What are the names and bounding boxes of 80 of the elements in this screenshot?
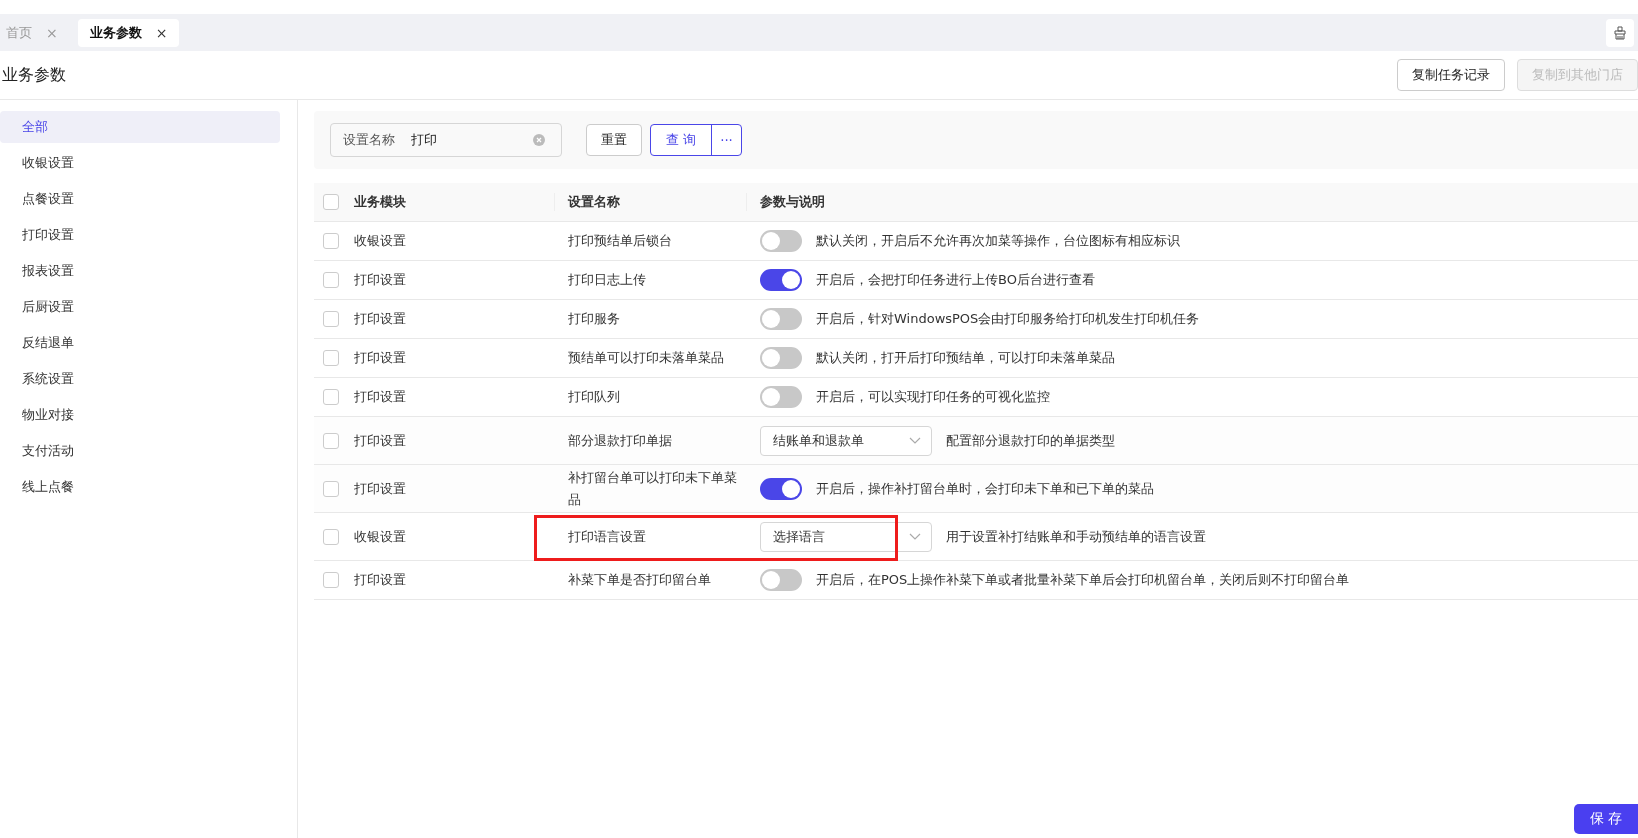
module-cell-text: 打印设置	[354, 271, 407, 289]
checkbox[interactable]	[323, 350, 339, 366]
sidebar-item[interactable]: 打印设置	[0, 219, 280, 251]
toggle-switch[interactable]	[760, 569, 802, 591]
field-label: 设置名称	[343, 131, 395, 149]
sidebar-item[interactable]: 报表设置	[0, 255, 280, 287]
description-text: 开启后，会把打印任务进行上传BO后台进行查看	[816, 271, 1095, 289]
description-text: 用于设置补打结账单和手动预结单的语言设置	[946, 527, 1206, 546]
description-text: 开启后，在POS上操作补菜下单或者批量补菜下单后会打印机留台单，关闭后则不打印留台单	[816, 571, 1350, 589]
toggle-switch[interactable]	[760, 477, 802, 500]
close-icon[interactable]: ×	[155, 24, 168, 41]
checkbox[interactable]	[323, 480, 339, 497]
module-cell-text: 打印设置	[354, 310, 407, 328]
sidebar-item[interactable]: 后厨设置	[0, 291, 280, 323]
dropdown[interactable]: 选择语言	[760, 521, 932, 552]
description-text: 默认关闭，打开后打印预结单，可以打印未落单菜品	[816, 349, 1115, 367]
sidebar-item[interactable]: 全部	[0, 111, 280, 143]
sidebar-item[interactable]: 点餐设置	[0, 183, 280, 215]
sidebar-item[interactable]: 系统设置	[0, 363, 280, 395]
setting-name-cell-text: 部分退款打印单据	[567, 431, 673, 450]
toggle-switch[interactable]	[760, 269, 802, 291]
checkbox[interactable]	[323, 389, 339, 405]
reset-button[interactable]: 重置	[586, 124, 642, 156]
setting-name-cell-text: 打印队列	[567, 388, 621, 406]
copy-records-button[interactable]: 复制任务记录	[1397, 59, 1505, 91]
setting-name-cell-text: 预结单可以打印未落单菜品	[567, 349, 725, 367]
module-cell-text: 收银设置	[354, 232, 407, 250]
field-value: 打印	[411, 131, 438, 149]
setting-name-cell-text: 补打留台单可以打印未下单菜品	[567, 468, 738, 509]
setting-name-cell-text: 打印预结单后锁台	[567, 232, 673, 250]
setting-name-cell-text: 补菜下单是否打印留台单	[567, 571, 712, 589]
query-button[interactable]: 查 询	[651, 125, 713, 155]
column-header: 设置名称	[554, 193, 746, 211]
chevron-down-icon	[909, 436, 921, 445]
setting-name-cell-text: 打印服务	[567, 310, 621, 328]
module-cell-text: 打印设置	[354, 571, 407, 589]
tab-label: 业务参数	[89, 23, 142, 42]
checkbox[interactable]	[323, 233, 339, 249]
broom-icon	[1613, 25, 1627, 40]
setting-name-cell-text: 打印日志上传	[567, 271, 647, 289]
module-cell-text: 打印设置	[354, 388, 407, 406]
toggle-switch[interactable]	[760, 386, 802, 408]
sidebar-item[interactable]: 收银设置	[0, 147, 280, 179]
dropdown-value: 结账单和退款单	[773, 431, 864, 450]
description-text: 开启后，操作补打留台单时，会打印未下单和已下单的菜品	[816, 479, 1154, 498]
module-cell-text: 打印设置	[354, 479, 407, 498]
toolbar-button[interactable]	[1606, 18, 1634, 47]
page-title: 业务参数	[2, 64, 66, 86]
dropdown-placeholder: 选择语言	[773, 527, 825, 546]
sidebar-item[interactable]: 物业对接	[0, 399, 280, 431]
chevron-down-icon	[909, 532, 921, 541]
setting-name-cell-text: 打印语言设置	[567, 527, 647, 546]
search-field[interactable]: 设置名称 打印	[330, 123, 562, 157]
save-button[interactable]: 保 存	[1573, 804, 1638, 834]
checkbox[interactable]	[323, 528, 339, 545]
more-button[interactable]: ···	[712, 125, 741, 155]
checkbox[interactable]	[323, 194, 339, 210]
module-cell-text: 打印设置	[354, 349, 407, 367]
toggle-switch[interactable]	[760, 347, 802, 369]
module-cell-text: 收银设置	[354, 527, 407, 546]
checkbox[interactable]	[323, 572, 339, 588]
dropdown[interactable]: 结账单和退款单	[760, 425, 932, 456]
sidebar-item[interactable]: 线上点餐	[0, 471, 280, 503]
description-text: 配置部分退款打印的单据类型	[946, 431, 1115, 450]
tab[interactable]: 业务参数 ×	[77, 18, 180, 47]
description-text: 开启后，可以实现打印任务的可视化监控	[816, 388, 1050, 406]
column-header: 参数与说明	[746, 193, 1638, 211]
checkbox[interactable]	[323, 272, 339, 288]
column-header: 业务模块	[354, 193, 407, 211]
clear-icon[interactable]	[533, 134, 545, 146]
description-text: 默认关闭，开启后不允许再次加菜等操作，台位图标有相应标识	[816, 232, 1180, 250]
toggle-switch[interactable]	[760, 308, 802, 330]
sidebar-item[interactable]: 支付活动	[0, 435, 280, 467]
sidebar-item[interactable]: 反结退单	[0, 327, 280, 359]
checkbox[interactable]	[323, 432, 339, 449]
checkbox[interactable]	[323, 311, 339, 327]
description-text: 开启后，针对WindowsPOS会由打印服务给打印机发生打印机任务	[816, 310, 1200, 328]
toggle-switch[interactable]	[760, 230, 802, 252]
tab-label: 首页	[6, 23, 32, 42]
module-cell-text: 打印设置	[354, 431, 407, 450]
